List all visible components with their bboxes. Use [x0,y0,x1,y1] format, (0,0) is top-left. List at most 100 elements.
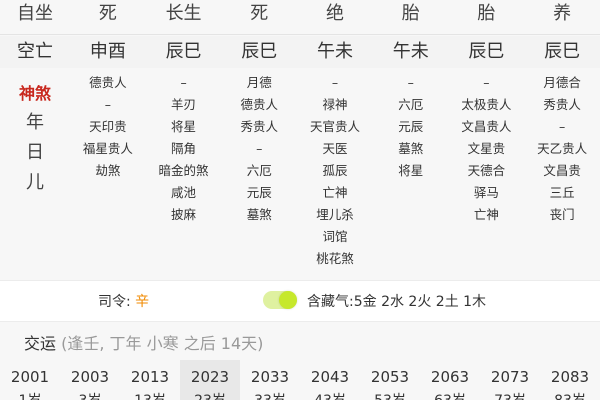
siling: 司令: 辛 [98,291,149,311]
dayun-year-cell[interactable]: 2033 33岁 [240,360,300,400]
shensha-item: 文星贵 [467,141,506,156]
dayun-year: 2053 [370,368,410,386]
shensha-column: – 太极贵人文昌贵人文星贵天德合驿马亡神 [449,72,525,270]
canggan-text: 含藏气:5金 2水 2火 2土 1木 [307,294,487,310]
shensha-item: 将星 [398,163,424,178]
shensha-item: 墓煞 [246,207,272,222]
kongwang-cell: 午未 [392,41,429,62]
shensha-item: 禄神 [322,97,348,112]
shensha-item: 天医 [322,141,348,156]
jiaoyun: 交运 (逢壬, 丁年 小寒 之后 14天) [24,330,263,354]
shensha-column: – 六厄 元辰 墓煞 将星 [373,72,449,270]
dayun-year: 2023 [190,368,230,386]
dayun-age: 53岁 [360,390,420,400]
shensha-item: 咸池 [171,185,197,200]
shensha-title: 神煞 [18,84,51,103]
shensha-item: 披麻 [171,207,197,222]
shensha-item: 桃花煞 [316,251,354,266]
shensha-item: – [483,75,490,90]
kongwang-label: 空亡 [17,41,53,62]
kongwang-cell: 辰巳 [165,41,202,62]
shensha-column: 德贵人 – 天印贵 福星贵人 劫煞 [70,72,146,270]
dayun-year-cell[interactable]: 2053 53岁 [360,360,420,400]
shensha-item: 劫煞 [95,163,121,178]
dayun-age: 63岁 [420,390,480,400]
shensha-item: – [331,75,339,90]
siling-bar: 司令: 辛 含藏气:5金 2水 2火 2土 1木 [0,280,600,322]
shensha-item: 驿马 [473,185,499,200]
shensha-item: 德贵人 [240,97,279,112]
zizuo-cell: 长生 [165,3,202,24]
shensha-item: 将星 [171,119,197,134]
dayun-year-cell[interactable]: 2001 1岁 [0,360,60,400]
shensha-item: 词馆 [322,229,348,244]
bazi-panel: 自坐 死 长生 死 绝 胎 胎 养 空亡 申酉 辰巳 辰巳 午未 午未 辰巳 辰… [0,0,600,400]
shensha-item: 三丘 [549,185,575,200]
shensha-left: 神煞 年 日 儿 [0,72,70,270]
dayun-year-cell[interactable]: 2013 13岁 [120,360,180,400]
shensha-item: – [559,119,566,134]
dayun-year-cell[interactable]: 2043 43岁 [300,360,360,400]
shensha-item: 天德合 [467,163,506,178]
pillar-char: 日 [26,142,44,163]
shensha-item: 亡神 [473,207,499,222]
shensha-item: 孤辰 [322,163,348,178]
shensha-item: 丧门 [549,207,575,222]
jiaoyun-note: (逢壬, 丁年 小寒 之后 14天) [61,334,264,353]
shensha-item: 天乙贵人 [537,141,588,156]
shensha-item: 亡神 [322,185,348,200]
dayun-year: 2001 [10,368,50,386]
shensha-item: 元辰 [398,119,424,134]
shensha-item: 月德合 [543,75,581,90]
shensha-item: 羊刃 [171,97,197,112]
siling-value: 辛 [135,294,150,310]
dayun-age: 1岁 [0,390,60,400]
kongwang-cell: 辰巳 [241,41,278,62]
shensha-item: 元辰 [246,185,272,200]
dayun-year: 2083 [550,368,590,386]
zizuo-cell: 胎 [401,3,420,24]
shensha-item: 德贵人 [89,75,127,90]
shensha-item: 文昌贵 [543,163,581,178]
shensha-item: 墓煞 [398,141,424,156]
shensha-item: – [104,97,111,112]
shensha-item: 暗金的煞 [158,163,209,178]
shensha-item: 秀贵人 [543,97,581,112]
dayun-year-cell[interactable]: 2063 63岁 [420,360,480,400]
dayun-year-cell[interactable]: 2003 3岁 [60,360,120,400]
toggle-knob [279,291,297,309]
dayun-year: 2043 [310,368,350,386]
dayun-year: 2073 [490,368,530,386]
zizuo-cell: 死 [250,3,269,24]
jiaoyun-label: 交运 [24,334,57,353]
shensha-item: 文昌贵人 [461,119,512,134]
kongwang-row: 空亡 申酉 辰巳 辰巳 午未 午未 辰巳 辰巳 [0,36,600,68]
zizuo-cell: 死 [98,3,117,24]
shensha-column: – 禄神 天官贵人 天医 孤辰 亡神 埋儿杀 词馆 桃花煞 [297,72,373,270]
shensha-item: 秀贵人 [240,119,279,134]
dayun-year: 2013 [130,368,170,386]
dayun-age: 3岁 [60,390,120,400]
shensha-item: 月德 [246,75,272,90]
dayun-age: 83岁 [540,390,600,400]
dayun-year-cell[interactable]: 2083 83岁 [540,360,600,400]
dayun-year-cell[interactable]: 2073 73岁 [480,360,540,400]
zizuo-row: 自坐 死 长生 死 绝 胎 胎 养 [0,0,600,34]
shensha-item: – [180,75,187,90]
siling-label: 司令: [98,294,131,310]
shensha-column: – 羊刃将星隔角暗金的煞咸池披麻 [146,72,222,270]
pillar-char: 儿 [26,172,44,193]
zizuo-cell: 胎 [477,3,496,24]
shensha-item: 天印贵 [89,119,127,134]
zizuo-cell: 养 [553,3,572,24]
shensha-item: 隔角 [171,141,197,156]
shensha-item: 太极贵人 [461,97,512,112]
dayun-year: 2003 [70,368,110,386]
zizuo-label: 自坐 [17,3,53,24]
shensha-column: 月德合秀贵人 – 天乙贵人文昌贵三丘丧门 [524,72,600,270]
dayun-age: 73岁 [480,390,540,400]
canggan-toggle[interactable] [263,291,297,309]
dayun-year-cell[interactable]: 2023 23岁 [180,360,240,400]
dayun-age: 13岁 [120,390,180,400]
shensha-item: 埋儿杀 [316,207,354,222]
